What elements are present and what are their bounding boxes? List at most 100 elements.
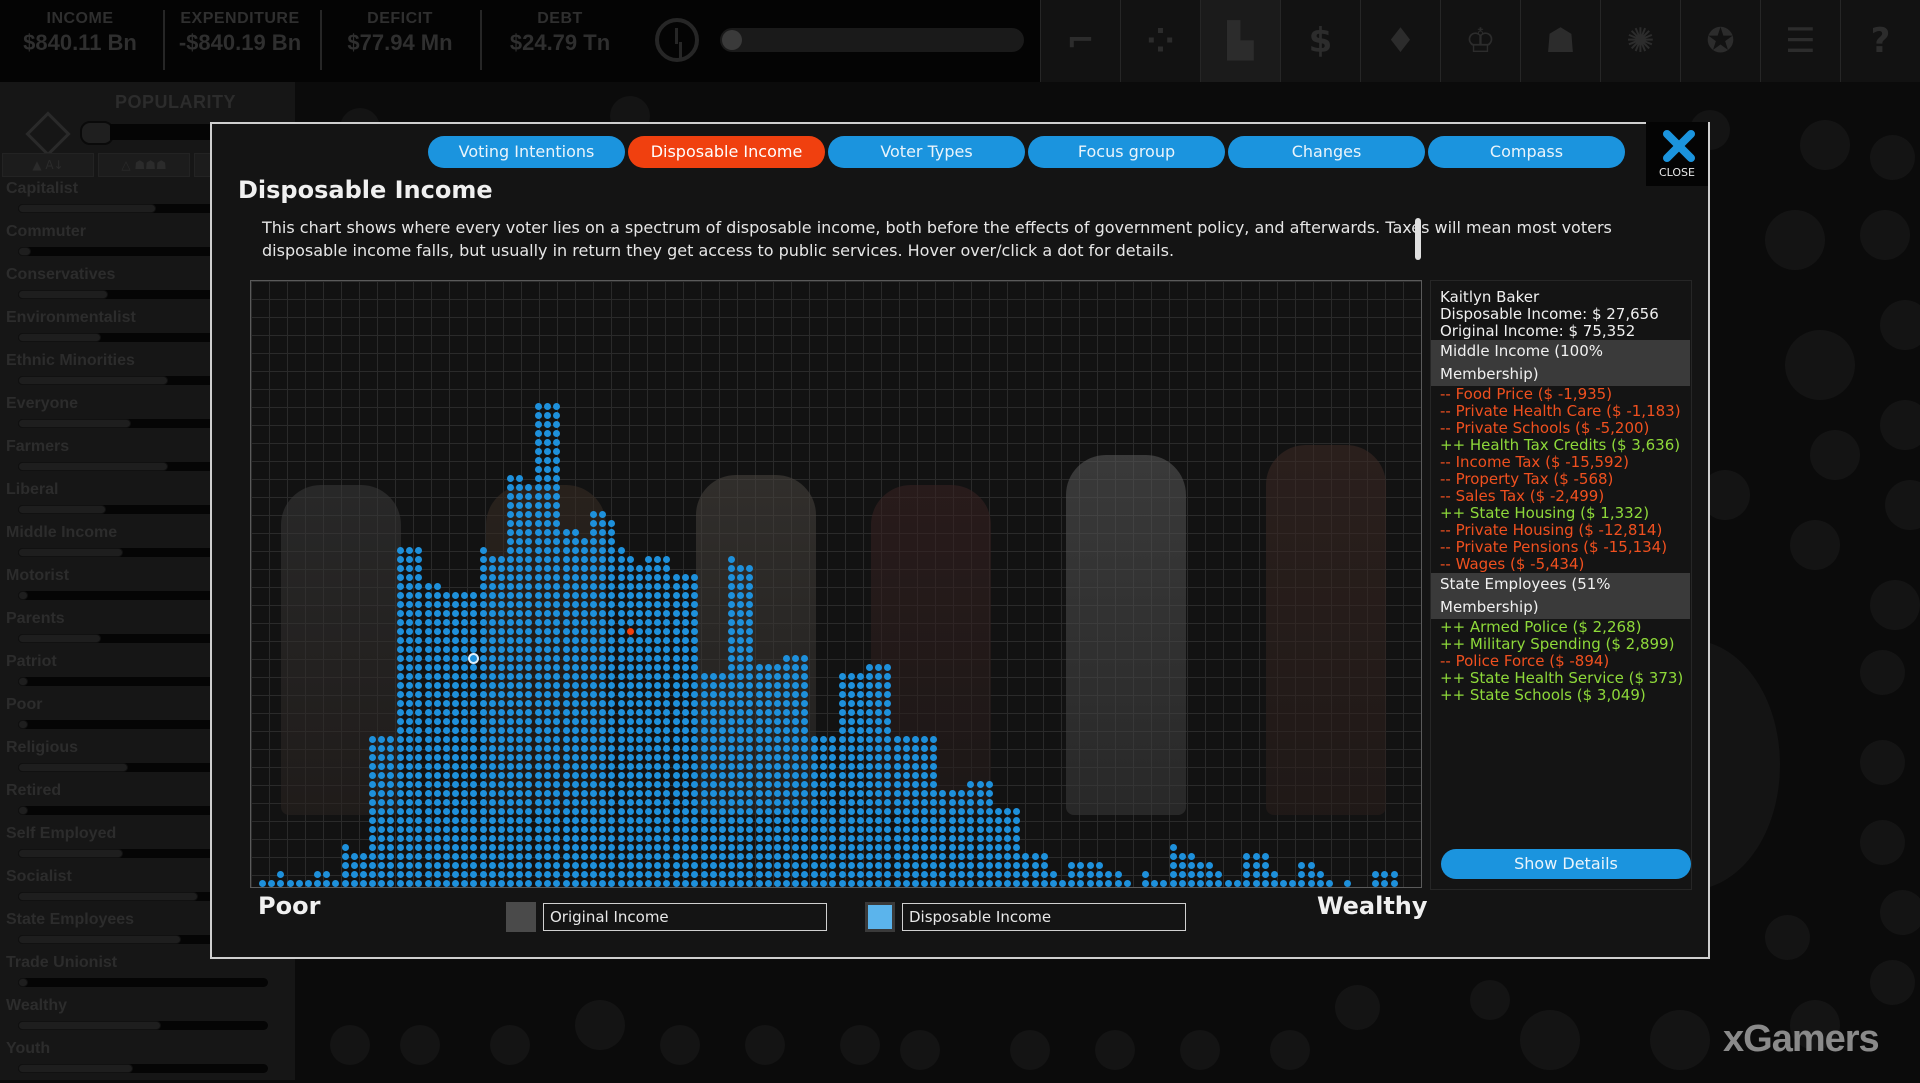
voter-dot[interactable] (838, 808, 846, 815)
voter-dot[interactable] (479, 655, 487, 662)
voter-dot[interactable] (544, 736, 551, 743)
voter-dot[interactable] (1114, 871, 1122, 878)
voter-dot[interactable] (811, 871, 818, 878)
voter-dot[interactable] (544, 862, 551, 869)
voter-dot[interactable] (452, 709, 460, 716)
voter-dot[interactable] (801, 835, 809, 842)
voter-dot[interactable] (645, 583, 653, 590)
voter-dot[interactable] (635, 691, 643, 698)
voter-dot[interactable] (442, 592, 450, 599)
voter-dot[interactable] (479, 709, 487, 716)
voter-dot[interactable] (488, 619, 496, 626)
voter-dot[interactable] (654, 655, 662, 662)
voter-dot[interactable] (673, 781, 680, 788)
voter-dot[interactable] (525, 826, 533, 833)
voter-dot[interactable] (691, 772, 698, 779)
voter-dot[interactable] (397, 574, 404, 581)
voter-dot[interactable] (461, 844, 469, 851)
voter-dot[interactable] (461, 718, 469, 725)
voter-dot[interactable] (1178, 862, 1186, 869)
voter-dot[interactable] (911, 781, 919, 788)
voter-dot[interactable] (580, 727, 588, 734)
voter-dot[interactable] (1178, 880, 1186, 887)
voter-dot[interactable] (838, 871, 846, 878)
voter-dot[interactable] (406, 880, 413, 887)
voter-dot[interactable] (488, 799, 496, 806)
voter-dot[interactable] (479, 682, 487, 689)
voter-dot[interactable] (488, 790, 496, 797)
voter-dot[interactable] (709, 790, 717, 797)
voter-dot[interactable] (654, 763, 662, 770)
voter-dot[interactable] (1068, 871, 1076, 878)
voter-dot[interactable] (571, 556, 579, 563)
voter-dot[interactable] (838, 691, 846, 698)
voter-dot[interactable] (728, 853, 736, 860)
voter-dot[interactable] (645, 844, 653, 851)
voter-dot[interactable] (442, 880, 450, 887)
voter-dot[interactable] (608, 574, 616, 581)
voter-dot[interactable] (415, 664, 422, 671)
voter-dot[interactable] (599, 880, 607, 887)
voter-dot[interactable] (497, 844, 505, 851)
voter-dot[interactable] (406, 754, 413, 761)
voter-dot[interactable] (488, 691, 496, 698)
voter-dot[interactable] (488, 592, 496, 599)
voter-dot[interactable] (562, 619, 570, 626)
voter-dot[interactable] (958, 835, 965, 842)
voter-dot[interactable] (764, 727, 772, 734)
voter-dot[interactable] (599, 835, 607, 842)
voter-dot[interactable] (626, 844, 634, 851)
voter-dot[interactable] (479, 853, 487, 860)
voter-dot[interactable] (737, 871, 745, 878)
voter-dot[interactable] (461, 862, 469, 869)
voter-dot[interactable] (829, 772, 836, 779)
voter-dot[interactable] (470, 745, 478, 752)
voter-dot[interactable] (553, 718, 560, 725)
voter-dot[interactable] (488, 565, 496, 572)
voter-dot[interactable] (470, 691, 478, 698)
voter-dot[interactable] (682, 619, 689, 626)
voter-dot[interactable] (1187, 880, 1195, 887)
voter-dot[interactable] (949, 844, 956, 851)
voter-dot[interactable] (820, 736, 827, 743)
voter-dot[interactable] (626, 691, 634, 698)
voter-dot[interactable] (544, 781, 551, 788)
voter-dot[interactable] (673, 772, 680, 779)
voter-dot[interactable] (654, 772, 662, 779)
voter-dot[interactable] (470, 664, 478, 671)
voter-dot[interactable] (958, 844, 965, 851)
voter-dot[interactable] (709, 673, 717, 680)
voter-dot[interactable] (654, 862, 662, 869)
voter-dot[interactable] (792, 871, 800, 878)
voter-dot[interactable] (488, 727, 496, 734)
voter-dot[interactable] (811, 817, 818, 824)
voter-dot[interactable] (985, 853, 993, 860)
voter-dot[interactable] (1390, 871, 1398, 878)
voter-dot[interactable] (755, 727, 763, 734)
voter-dot[interactable] (617, 718, 625, 725)
voter-dot[interactable] (580, 655, 588, 662)
voter-dot[interactable] (608, 592, 616, 599)
voter-dot[interactable] (829, 736, 836, 743)
voter-dot[interactable] (958, 808, 965, 815)
voter-dot[interactable] (433, 592, 441, 599)
voter-dot[interactable] (1013, 844, 1021, 851)
voter-dot[interactable] (442, 799, 450, 806)
voter-dot[interactable] (811, 808, 818, 815)
voter-dot[interactable] (553, 619, 560, 626)
voter-dot[interactable] (718, 763, 726, 770)
voter-dot[interactable] (488, 745, 496, 752)
voter-dot[interactable] (893, 844, 901, 851)
voter-dot[interactable] (1261, 853, 1269, 860)
voter-dot[interactable] (801, 826, 809, 833)
voter-dot[interactable] (626, 574, 634, 581)
voter-dot[interactable] (755, 790, 763, 797)
voter-dot[interactable] (893, 772, 901, 779)
voter-dot[interactable] (746, 880, 754, 887)
voter-dot[interactable] (663, 862, 671, 869)
voter-dot[interactable] (406, 592, 413, 599)
voter-dot[interactable] (553, 457, 560, 464)
voter-dot[interactable] (635, 619, 643, 626)
voter-dot[interactable] (535, 610, 542, 617)
voter-dot[interactable] (608, 529, 616, 536)
